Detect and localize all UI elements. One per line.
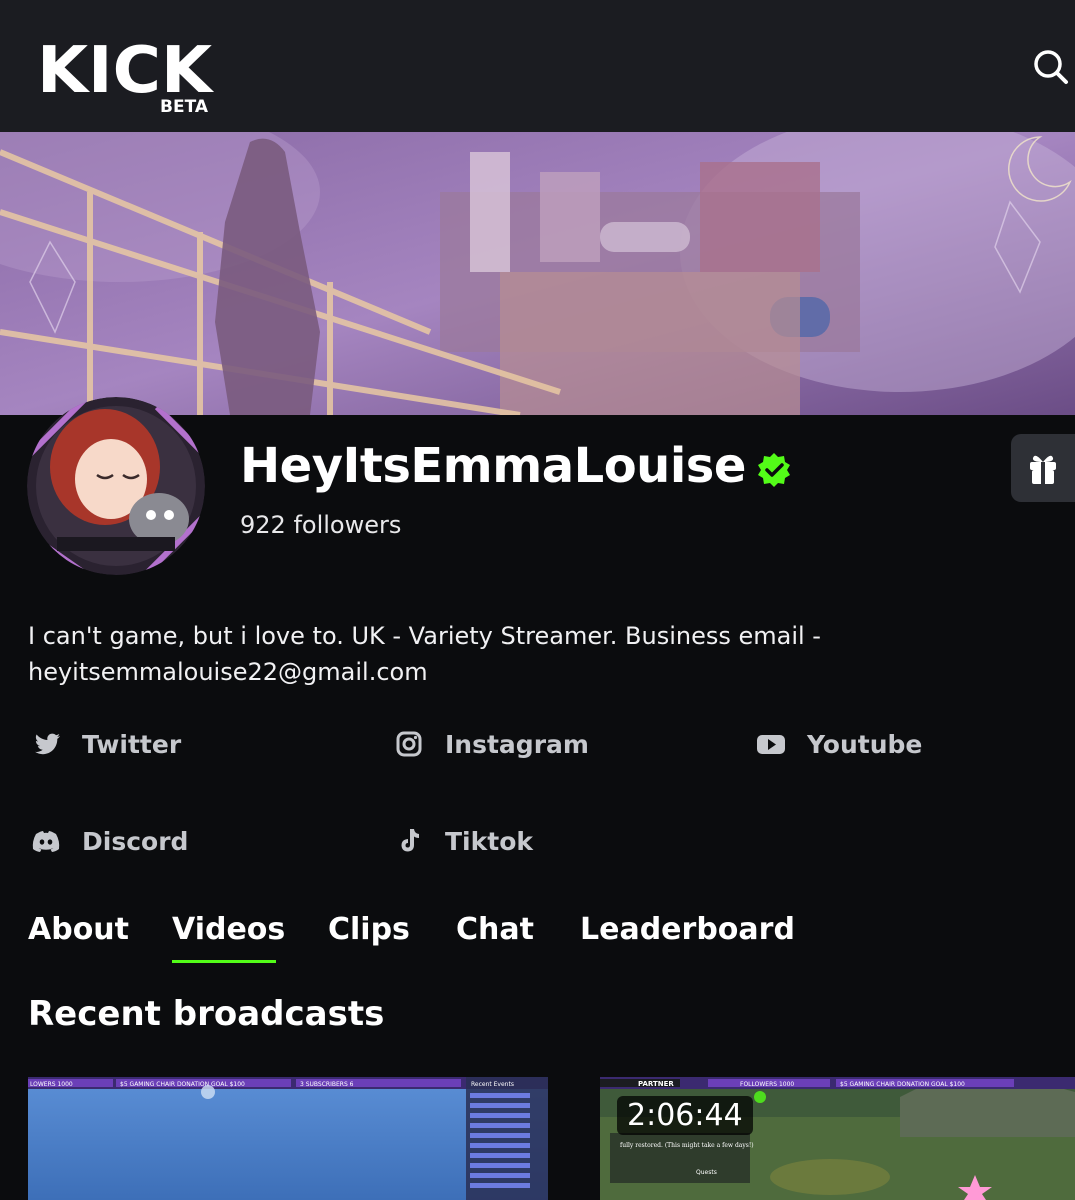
tab-about[interactable]: About [28,912,129,947]
overlay-followers: LOWERS 1000 [30,1081,73,1088]
social-label-twitter: Twitter [82,729,182,759]
social-link-discord[interactable]: Discord [30,825,188,857]
channel-banner [0,132,1075,415]
gift-icon [1030,455,1056,484]
overlay-quests: Quests [696,1169,717,1176]
overlay-donation-goal: $5 GAMING CHAIR DONATION GOAL $100 [840,1081,965,1088]
active-tab-indicator [172,960,276,963]
broadcast-thumbnail[interactable]: LOWERS 1000 $5 GAMING CHAIR DONATION GOA… [28,1077,548,1200]
verified-badge [756,452,792,488]
gift-button[interactable] [1011,434,1075,502]
top-bar: KICK BETA [0,0,1075,132]
verified-icon [758,453,790,487]
discord-icon [32,831,60,852]
social-link-instagram[interactable]: Instagram [393,728,589,760]
bio-email: heyitsemmalouise22@gmail.com [28,658,428,686]
social-link-twitter[interactable]: Twitter [30,728,181,760]
tab-leaderboard[interactable]: Leaderboard [580,912,795,947]
tiktok-icon [401,829,419,852]
video-duration: 2:06:44 [617,1096,753,1135]
follower-count: 922 followers [240,511,402,539]
channel-name: HeyItsEmmaLouise [240,438,746,494]
search-button[interactable] [1030,46,1070,86]
overlay-subscribers: 3 SUBSCRIBERS 6 [300,1081,354,1088]
tab-clips[interactable]: Clips [328,912,410,947]
tab-chat[interactable]: Chat [456,912,534,947]
bio-line: I can't game, but i love to. UK - Variet… [28,622,821,650]
channel-avatar[interactable] [27,397,205,575]
social-label-discord: Discord [82,826,189,856]
social-label-tiktok: Tiktok [445,826,534,856]
overlay-partner: PARTNER [638,1080,674,1088]
overlay-followers: FOLLOWERS 1000 [740,1081,794,1088]
twitter-icon [35,733,60,755]
instagram-icon [396,731,422,757]
tab-videos[interactable]: Videos [172,912,285,947]
search-icon [1034,50,1068,84]
section-title: Recent broadcasts [28,994,385,1034]
youtube-icon [757,735,785,754]
channel-bio: I can't game, but i love to. UK - Variet… [28,618,1028,690]
overlay-recent-events: Recent Events [471,1081,514,1088]
social-link-youtube[interactable]: Youtube [755,728,922,760]
overlay-donation-goal: $5 GAMING CHAIR DONATION GOAL $100 [120,1081,245,1088]
beta-badge: BETA [160,97,209,116]
overlay-quest-text: fully restored. (This might take a few d… [620,1142,754,1149]
social-link-tiktok[interactable]: Tiktok [393,825,533,857]
social-label-youtube: Youtube [807,729,923,759]
social-label-instagram: Instagram [445,729,589,759]
kick-logo[interactable]: KICK BETA [37,34,217,120]
